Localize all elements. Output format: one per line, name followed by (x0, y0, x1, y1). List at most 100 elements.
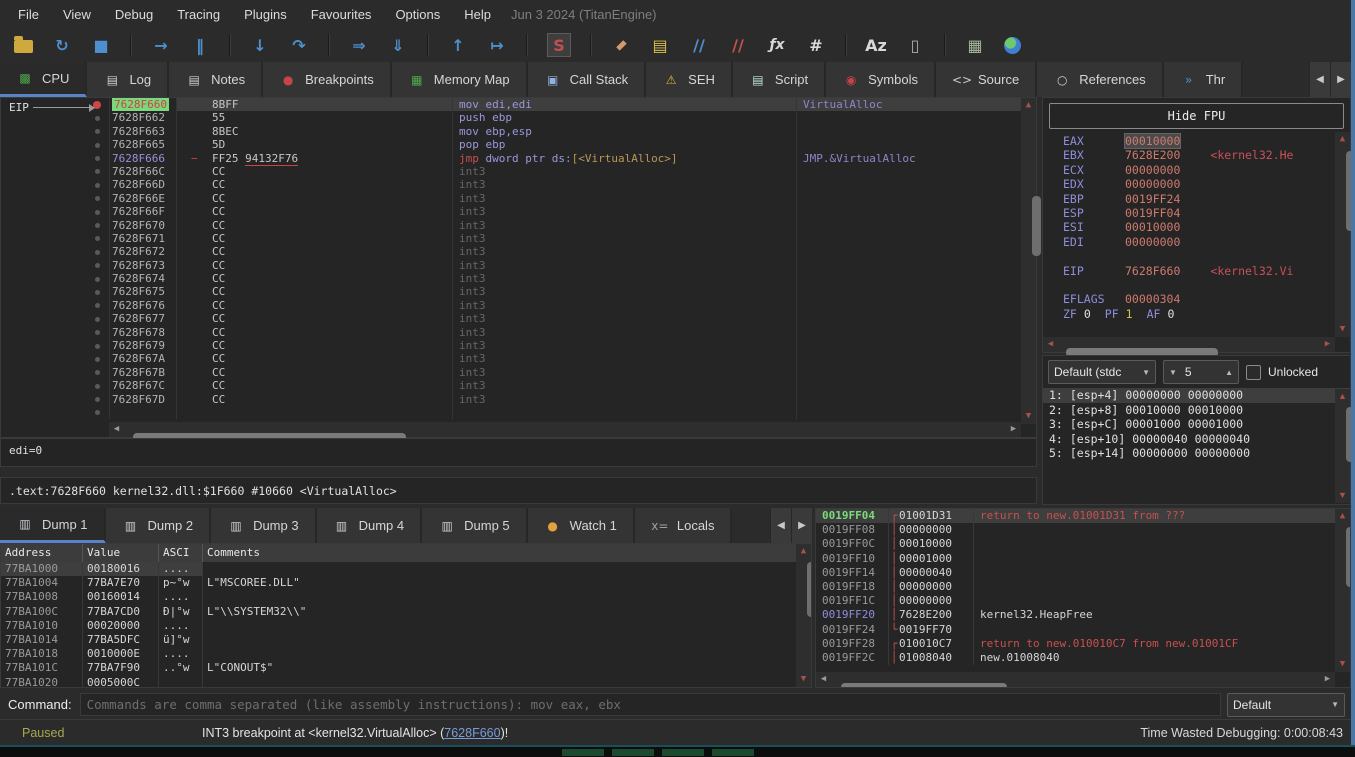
disassembly-row[interactable]: 7628F67D CC int3 (85, 393, 1021, 406)
comments-icon[interactable]: ▤ (650, 34, 670, 56)
toolbar-separator[interactable] (229, 34, 231, 56)
dump-row[interactable]: 77BA1018 0010000E .... (1, 647, 811, 661)
disassembly-row[interactable]: 7628F660 8BFF mov edi,edi VirtualAlloc (85, 98, 1021, 111)
run-to-user-code-icon[interactable]: ⇒ (349, 34, 369, 56)
register-row[interactable]: EDI 00000000 (1043, 235, 1350, 249)
menu-item[interactable]: Plugins (232, 2, 299, 27)
argument-count-stepper[interactable]: ▼ 5 ▲ (1163, 360, 1239, 384)
scroll-left-icon[interactable]: ◀ (1309, 62, 1330, 97)
tab-script[interactable]: ▤ Script (733, 62, 826, 97)
dump-row[interactable]: 77BA1010 00020000 .... (1, 619, 811, 633)
disassembly-row[interactable]: 7628F670 CC int3 (85, 219, 1021, 232)
stack-row[interactable]: 0019FF10 │ 00001000 (816, 552, 1350, 566)
patches-icon[interactable]: ▬ (606, 30, 636, 60)
disassembly-row[interactable]: 7628F672 CC int3 (85, 245, 1021, 258)
strings-icon[interactable]: Az (866, 34, 886, 56)
stack-view[interactable]: 0019FF04 ┌ 01001D31 return to new.01001D… (815, 508, 1351, 688)
menu-item[interactable]: Debug (103, 2, 165, 27)
dump-view[interactable]: Address Value ASCI Comments 77BA1000 001… (0, 543, 812, 688)
disassembly-row[interactable]: 7628F67C CC int3 (85, 379, 1021, 392)
tab-dump-3[interactable]: ▥ Dump 3 (211, 508, 317, 543)
register-row[interactable] (1043, 249, 1350, 263)
menu-item[interactable]: File (6, 2, 51, 27)
modules-icon[interactable]: ▯ (905, 34, 925, 56)
registers-horizontal-scrollbar[interactable]: ◀ ▶ (1043, 337, 1335, 352)
dump-row[interactable]: 77BA1004 77BA7E70 p~°w L"MSCOREE.DLL" (1, 576, 811, 590)
hash-label-icon[interactable]: # (806, 34, 826, 56)
toolbar-separator[interactable] (590, 34, 592, 56)
dump-row[interactable]: 77BA1008 00160014 .... (1, 590, 811, 604)
stack-row[interactable]: 0019FF0C │ 00010000 (816, 537, 1350, 551)
toolbar-separator[interactable] (427, 34, 429, 56)
animate-into-icon[interactable]: ⇓ (388, 34, 408, 56)
tab-memory-map[interactable]: ▦ Memory Map (392, 62, 528, 97)
stack-row[interactable]: 0019FF1C │ 00000000 (816, 594, 1350, 608)
command-input[interactable] (80, 693, 1221, 716)
disassembly-row[interactable]: 7628F676 CC int3 (85, 299, 1021, 312)
disassembly-row[interactable]: 7628F66F CC int3 (85, 205, 1021, 218)
tab-watch-1[interactable]: ● Watch 1 (528, 508, 635, 543)
close-icon[interactable]: ■ (91, 34, 111, 56)
calling-convention-select[interactable]: Default (stdc ▼ (1048, 360, 1156, 384)
toolbar-separator[interactable] (944, 34, 946, 56)
stack-row[interactable]: 0019FF28 ┌ 010010C7 return to new.010010… (816, 637, 1350, 651)
register-row[interactable]: EBX 7628E200 <kernel32.He (1043, 148, 1350, 162)
tab-dump-2[interactable]: ▥ Dump 2 (106, 508, 212, 543)
menu-item[interactable]: Favourites (299, 2, 384, 27)
step-into-icon[interactable]: ↓ (250, 34, 270, 56)
run-icon[interactable]: → (151, 34, 171, 56)
disassembly-row[interactable]: 7628F665 5D pop ebp (85, 138, 1021, 151)
dump-row[interactable]: 77BA100C 77BA7CD0 Ð|°w L"\\SYSTEM32\\" (1, 605, 811, 619)
tab-dump-1[interactable]: ▥ Dump 1 (0, 508, 106, 543)
tab-log[interactable]: ▤ Log (87, 62, 169, 97)
disassembly-row[interactable]: 7628F679 CC int3 (85, 339, 1021, 352)
unlocked-checkbox[interactable] (1246, 365, 1261, 380)
cpu-flag[interactable]: ZF0 (1063, 307, 1091, 321)
disassembly-row[interactable]: 7628F678 CC int3 (85, 326, 1021, 339)
register-row[interactable]: ECX 00000000 (1043, 163, 1350, 177)
argument-row[interactable]: 2:[esp+8]0001000000010000 (1043, 403, 1350, 418)
argument-row[interactable]: 5:[esp+14]0000000000000000 (1043, 446, 1350, 461)
command-profile-select[interactable]: Default ▼ (1227, 693, 1345, 717)
register-row[interactable]: EAX 00010000 (1043, 134, 1350, 148)
dump-row[interactable]: 77BA101C 77BA7F90 ..°w L"CONOUT$" (1, 661, 811, 675)
argument-row[interactable]: 4:[esp+10]0000004000000040 (1043, 432, 1350, 447)
tab-call-stack[interactable]: ▣ Call Stack (528, 62, 647, 97)
cpu-flag[interactable]: AF0 (1147, 307, 1175, 321)
stack-row[interactable]: 0019FF08 │ 00000000 (816, 523, 1350, 537)
disassembly-vertical-scrollbar[interactable]: ▲ ▼ (1021, 98, 1036, 424)
dump-vertical-scrollbar[interactable]: ▲ ▼ (796, 544, 811, 687)
tab-locals[interactable]: x= Locals (635, 508, 733, 543)
tab-cpu[interactable]: ▩ CPU (0, 62, 87, 97)
stack-row[interactable]: 0019FF04 ┌ 01001D31 return to new.01001D… (816, 509, 1350, 523)
calculator-icon[interactable]: ▦ (965, 34, 985, 56)
menu-item[interactable]: View (51, 2, 103, 27)
registers-vertical-scrollbar[interactable]: ▲ ▼ (1335, 132, 1350, 337)
hide-fpu-button[interactable]: Hide FPU (1049, 103, 1344, 129)
register-row[interactable]: EFLAGS 00000304 (1043, 292, 1350, 306)
menu-item[interactable]: Help (452, 2, 503, 27)
tab-breakpoints[interactable]: ● Breakpoints (263, 62, 392, 97)
disassembly-horizontal-scrollbar[interactable]: ◀ ▶ (109, 422, 1021, 437)
argument-row[interactable]: 1:[esp+4]0000000000000000 (1043, 388, 1350, 403)
register-row[interactable]: EIP 7628F660 <kernel32.Vi (1043, 264, 1350, 278)
disassembly-row[interactable]: 7628F673 CC int3 (85, 259, 1021, 272)
toolbar-separator[interactable] (328, 34, 330, 56)
stack-row[interactable]: 0019FF14 │ 00000040 (816, 566, 1350, 580)
tab-threads[interactable]: » Thr (1164, 62, 1244, 97)
tab-symbols[interactable]: ◉ Symbols (826, 62, 936, 97)
stack-row[interactable]: 0019FF2C │ 01008040 new.01008040 (816, 651, 1350, 665)
disassembly-row[interactable]: 7628F66E CC int3 (85, 192, 1021, 205)
scroll-left-icon[interactable]: ◀ (770, 508, 791, 543)
register-row[interactable] (1043, 278, 1350, 292)
trace-over-icon[interactable]: ∕∕ (728, 34, 748, 56)
toolbar-separator[interactable] (845, 34, 847, 56)
pause-icon[interactable]: ‖ (190, 34, 210, 56)
disassembly-row[interactable]: 7628F675 CC int3 (85, 285, 1021, 298)
toolbar-separator[interactable] (526, 34, 528, 56)
trace-into-icon[interactable]: ∕∕ (689, 34, 709, 56)
stack-row[interactable]: 0019FF20 │ 7628E200 kernel32.HeapFree (816, 608, 1350, 622)
execute-till-return-icon[interactable]: ↑ (448, 34, 468, 56)
disassembly-row[interactable] (85, 406, 1021, 419)
disassembly-row[interactable]: 7628F677 CC int3 (85, 312, 1021, 325)
